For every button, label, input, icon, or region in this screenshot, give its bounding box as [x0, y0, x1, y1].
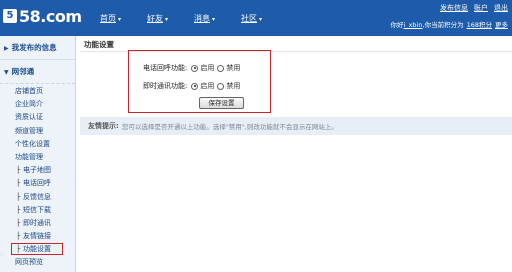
- sidebar-subitem-label: 电话回呼: [23, 179, 51, 188]
- nav-friends[interactable]: 好友 ▾: [141, 12, 174, 26]
- setting-label: 电话回呼功能:: [143, 64, 188, 72]
- setting-row-callback: 电话回呼功能: 启用 禁用: [143, 63, 243, 73]
- tip-bar: 友情提示: 您可以选择是否开通以上功能。选择"禁用",则改功能就不会显示在网站上…: [80, 117, 512, 135]
- sidebar-subitem-function-settings[interactable]: ├ 功能设置: [0, 243, 75, 256]
- account-link[interactable]: 账户: [474, 3, 488, 13]
- sidebar-subitem-label: 电子地图: [23, 166, 51, 175]
- sidebar-subitem-label: 反馈信息: [23, 192, 51, 201]
- sidebar-subitem-feedback[interactable]: ├ 反馈信息: [0, 191, 75, 204]
- selection-highlight: [11, 243, 63, 256]
- chevron-down-icon: ▾: [118, 16, 122, 23]
- triangle-right-icon: ▶: [4, 45, 9, 52]
- tip-text: 您可以选择是否开通以上功能。选择"禁用",则改功能就不会显示在网站上。: [121, 123, 338, 131]
- nav-home-label: 首页: [100, 14, 116, 23]
- logo[interactable]: 5 58.com: [3, 5, 82, 27]
- radio-label[interactable]: 禁用: [226, 81, 240, 91]
- sidebar-subitem-label: 即时通讯: [23, 218, 51, 227]
- radio-label[interactable]: 禁用: [226, 63, 240, 73]
- radio-label[interactable]: 启用: [200, 63, 214, 73]
- sidebar-subitem-callback[interactable]: ├ 电话回呼: [0, 177, 75, 190]
- chevron-down-icon: ▾: [212, 16, 216, 23]
- greeting: 你好: [390, 21, 404, 29]
- sidebar-item-channel-management[interactable]: 频道管理: [0, 125, 75, 138]
- sidebar-subitem-label: 短信下载: [23, 205, 51, 214]
- username-link[interactable]: i_xbin: [404, 21, 423, 29]
- tree-branch-icon: ├: [16, 166, 21, 175]
- sidebar-item-company-profile[interactable]: 企业简介: [0, 98, 75, 111]
- chevron-down-icon: ▾: [259, 16, 263, 23]
- sidebar-section-label: 我发布的信息: [11, 43, 57, 52]
- sidebar-subitem-map[interactable]: ├ 电子地图: [0, 164, 75, 177]
- logo-text: 58.com: [19, 6, 82, 26]
- sidebar-section-label: 网邻通: [11, 67, 35, 76]
- points-text: ,你当前积分为: [422, 21, 464, 29]
- tree-branch-icon: ├: [16, 205, 21, 214]
- sidebar-subitem-im[interactable]: ├ 即时通讯: [0, 217, 75, 230]
- nav-messages[interactable]: 消息 ▾: [188, 12, 221, 26]
- sidebar-item-certification[interactable]: 资质认证: [0, 111, 75, 124]
- tip-label: 友情提示:: [88, 122, 119, 130]
- radio-im-enable[interactable]: [191, 82, 199, 90]
- user-info: 你好i_xbin,你当前积分为 168积分 更多: [391, 19, 508, 29]
- logo-mark: 5: [3, 9, 17, 23]
- nav-community[interactable]: 社区 ▾: [235, 12, 268, 26]
- setting-label: 即时通讯功能:: [143, 82, 188, 90]
- sidebar: ▶ 我发布的信息 ▼ 网邻通 店铺首页 企业简介 资质认证 频道管理 个性化设置 功…: [0, 36, 76, 272]
- sidebar-subitem-label: 友情链接: [23, 232, 51, 241]
- nav-friends-label: 好友: [147, 14, 164, 23]
- radio-callback-enable[interactable]: [191, 64, 199, 72]
- sidebar-item-shop-home[interactable]: 店铺首页: [0, 85, 75, 98]
- settings-panel: 电话回呼功能: 启用 禁用 即时通讯功能: 启用 禁用 保存设置: [128, 50, 271, 113]
- top-links: 发布信息 账户 退出: [440, 3, 508, 13]
- tree-branch-icon: ├: [16, 232, 21, 241]
- sidebar-section-my-posts[interactable]: ▶ 我发布的信息: [0, 36, 75, 60]
- points-link[interactable]: 168积分: [467, 19, 492, 29]
- sidebar-subitem-sms[interactable]: ├ 短信下载: [0, 204, 75, 217]
- radio-im-disable[interactable]: [217, 82, 225, 90]
- sidebar-section-wanglintong[interactable]: ▼ 网邻通: [0, 60, 75, 84]
- nav-messages-label: 消息: [194, 14, 211, 23]
- radio-callback-disable[interactable]: [217, 64, 225, 72]
- sidebar-item-page-preview[interactable]: 网页预览: [0, 256, 75, 269]
- nav-home[interactable]: 首页 ▾: [94, 12, 127, 26]
- tree-branch-icon: ├: [16, 179, 21, 188]
- main-content: 功能设置 电话回呼功能: 启用 禁用 即时通讯功能: 启用 禁用 保存设置 友情…: [80, 36, 512, 272]
- triangle-down-icon: ▼: [4, 69, 9, 76]
- save-button[interactable]: 保存设置: [199, 97, 244, 109]
- logout-link[interactable]: 退出: [494, 3, 508, 13]
- chevron-down-icon: ▾: [165, 16, 169, 23]
- post-info-link[interactable]: 发布信息: [440, 3, 468, 13]
- sidebar-list: 店铺首页 企业简介 资质认证 频道管理 个性化设置 功能管理 ├ 电子地图 ├ 电话…: [0, 84, 75, 270]
- top-bar: 5 58.com 首页 ▾ 好友 ▾ 消息 ▾ 社区 ▾ 发布信息 账户 退出 你好i_…: [0, 0, 512, 36]
- sidebar-item-function-management[interactable]: 功能管理: [0, 151, 75, 164]
- radio-label[interactable]: 启用: [200, 81, 214, 91]
- sidebar-item-personalization[interactable]: 个性化设置: [0, 138, 75, 151]
- tree-branch-icon: ├: [16, 218, 21, 227]
- tree-branch-icon: ├: [16, 192, 21, 201]
- nav-community-label: 社区: [241, 14, 258, 23]
- sidebar-subitem-friend-links[interactable]: ├ 友情链接: [0, 230, 75, 243]
- more-link[interactable]: 更多: [495, 19, 508, 29]
- setting-row-im: 即时通讯功能: 启用 禁用: [143, 81, 243, 91]
- main-nav: 首页 ▾ 好友 ▾ 消息 ▾ 社区 ▾: [94, 12, 282, 26]
